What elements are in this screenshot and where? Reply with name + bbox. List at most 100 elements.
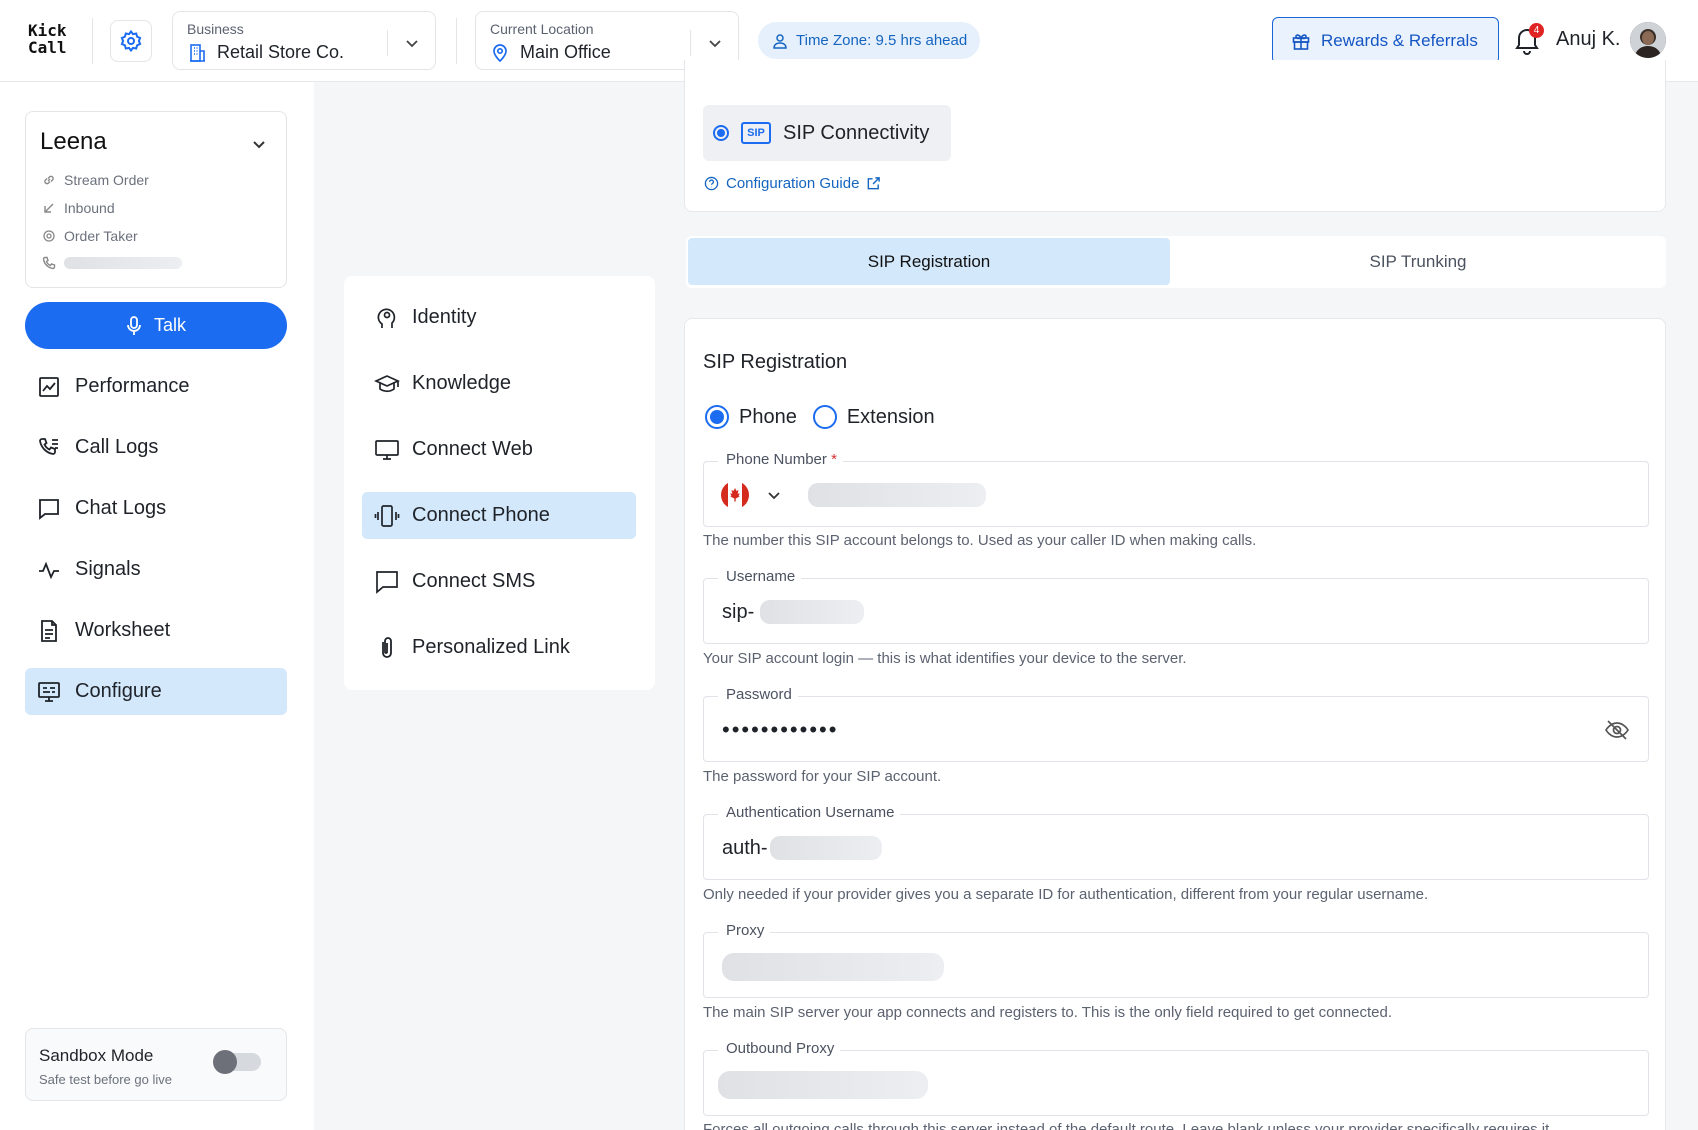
outbound-proxy-label: Outbound Proxy — [718, 1040, 841, 1057]
phone-radio-label[interactable]: Phone — [739, 406, 797, 429]
agent-meta-direction: Inbound — [42, 200, 115, 216]
password-help: The password for your SIP account. — [703, 768, 942, 785]
sip-connectivity-option[interactable]: SIP SIP Connectivity — [703, 105, 951, 161]
document-icon — [41, 619, 57, 642]
agent-name: Leena — [40, 128, 107, 155]
phone-number-label: Phone Number * — [718, 451, 843, 468]
location-value: Main Office — [520, 42, 611, 62]
gift-icon — [1292, 33, 1310, 50]
app-logo[interactable]: Kick Call — [28, 22, 67, 56]
paperclip-icon — [382, 636, 392, 658]
sandbox-title: Sandbox Mode — [39, 1046, 154, 1065]
gear-icon — [43, 230, 55, 242]
proxy-field[interactable]: Proxy — [703, 922, 1649, 998]
head-gear-icon — [377, 307, 396, 328]
vibrating-phone-icon — [374, 504, 400, 527]
canada-flag-icon[interactable] — [720, 480, 750, 510]
microphone-icon — [127, 315, 141, 335]
outbound-proxy-help: Forces all outgoing calls through this s… — [703, 1121, 1554, 1130]
auth-username-field[interactable]: Authentication Username auth- — [703, 804, 1649, 880]
chevron-down-icon[interactable] — [766, 487, 782, 503]
settings-button[interactable] — [110, 20, 152, 62]
avatar[interactable] — [1630, 22, 1666, 58]
eye-off-icon[interactable] — [1604, 717, 1630, 743]
auth-username-label: Authentication Username — [718, 804, 901, 821]
config-item-connect-web[interactable]: Connect Web — [362, 426, 636, 473]
username-label: Username — [718, 568, 802, 585]
config-item-knowledge[interactable]: Knowledge — [362, 360, 636, 407]
config-nav-panel: Identity Knowledge Connect Web Connect P… — [344, 276, 655, 690]
rewards-referrals-button[interactable]: Rewards & Referrals — [1272, 17, 1499, 64]
monitor-config-icon — [38, 681, 60, 702]
sidebar-item-performance[interactable]: Performance — [25, 363, 287, 410]
user-icon — [773, 33, 787, 49]
phone-number-redacted — [808, 483, 986, 507]
help-circle-icon — [704, 176, 719, 191]
user-name[interactable]: Anuj K. — [1556, 28, 1620, 51]
tab-sip-registration[interactable]: SIP Registration — [688, 238, 1170, 285]
outbound-proxy-redacted — [718, 1071, 928, 1099]
configuration-guide-link[interactable]: Configuration Guide — [704, 175, 881, 192]
agent-meta-phone — [42, 256, 182, 270]
username-field[interactable]: Username sip- — [703, 568, 1649, 644]
agent-card[interactable]: Leena Stream Order Inbound Order Taker — [25, 111, 287, 288]
password-label: Password — [718, 686, 798, 703]
business-label: Business — [187, 21, 244, 37]
building-icon — [190, 44, 205, 62]
phone-number-field[interactable]: Phone Number * — [703, 451, 1649, 527]
sidebar-item-configure[interactable]: Configure — [25, 668, 287, 715]
tab-sip-trunking[interactable]: SIP Trunking — [1178, 238, 1658, 285]
phone-number-help: The number this SIP account belongs to. … — [703, 532, 1257, 549]
username-help: Your SIP account login — this is what id… — [703, 650, 1187, 667]
username-value: sip- — [722, 601, 755, 623]
config-item-connect-sms[interactable]: Connect SMS — [362, 558, 636, 605]
link-icon — [44, 175, 54, 185]
sidebar-item-call-logs[interactable]: Call Logs — [25, 424, 287, 471]
sip-logo-icon: SIP — [741, 122, 771, 144]
gear-icon — [120, 29, 142, 53]
monitor-icon — [375, 439, 399, 460]
phone-log-icon — [39, 437, 58, 455]
proxy-label: Proxy — [718, 922, 771, 939]
outbound-proxy-field[interactable]: Outbound Proxy — [703, 1040, 1649, 1116]
chevron-down-icon — [406, 40, 418, 48]
sandbox-toggle[interactable] — [213, 1050, 261, 1074]
extension-radio-label[interactable]: Extension — [847, 406, 935, 429]
business-value: Retail Store Co. — [217, 42, 345, 62]
password-value: •••••••••••• — [722, 717, 839, 742]
timezone-text: Time Zone: 9.5 hrs ahead — [796, 32, 968, 49]
phone-radio[interactable] — [705, 405, 729, 429]
talk-button[interactable]: Talk — [25, 302, 287, 349]
config-item-personalized-link[interactable]: Personalized Link — [362, 624, 636, 671]
sip-connectivity-radio[interactable] — [713, 125, 729, 141]
chevron-down-icon[interactable] — [250, 136, 268, 154]
sip-registration-form: SIP Registration Phone Extension Phone N… — [684, 318, 1666, 1130]
config-item-connect-phone[interactable]: Connect Phone — [362, 492, 636, 539]
chevron-down-icon — [709, 40, 721, 48]
chat-icon — [39, 498, 59, 520]
graduation-cap-icon — [374, 374, 400, 392]
proxy-redacted — [722, 953, 944, 981]
sidebar-item-chat-logs[interactable]: Chat Logs — [25, 485, 287, 532]
map-pin-icon — [493, 44, 507, 63]
phone-icon — [42, 256, 56, 270]
proxy-help: The main SIP server your app connects an… — [703, 1004, 1392, 1021]
config-item-identity[interactable]: Identity — [362, 294, 636, 341]
notification-count-badge: 4 — [1529, 23, 1544, 38]
password-field[interactable]: Password •••••••••••• — [703, 686, 1649, 762]
arrow-down-left-icon — [44, 203, 54, 213]
rewards-label: Rewards & Referrals — [1321, 30, 1478, 50]
location-label: Current Location — [490, 21, 594, 37]
mode-radio-group: Phone Extension — [705, 405, 935, 429]
sip-connectivity-label: SIP Connectivity — [783, 121, 930, 144]
sandbox-mode-card: Sandbox Mode Safe test before go live — [25, 1028, 287, 1101]
auth-username-value: auth- — [722, 837, 768, 859]
signal-icon — [39, 561, 59, 579]
sidebar-item-worksheet[interactable]: Worksheet — [25, 607, 287, 654]
form-title: SIP Registration — [703, 351, 848, 373]
timezone-badge: Time Zone: 9.5 hrs ahead — [758, 22, 980, 59]
extension-radio[interactable] — [812, 405, 837, 429]
sip-connectivity-card: SIP SIP Connectivity Configuration Guide — [684, 60, 1666, 212]
business-select[interactable]: Business Retail Store Co. — [172, 11, 436, 70]
sidebar-item-signals[interactable]: Signals — [25, 546, 287, 593]
